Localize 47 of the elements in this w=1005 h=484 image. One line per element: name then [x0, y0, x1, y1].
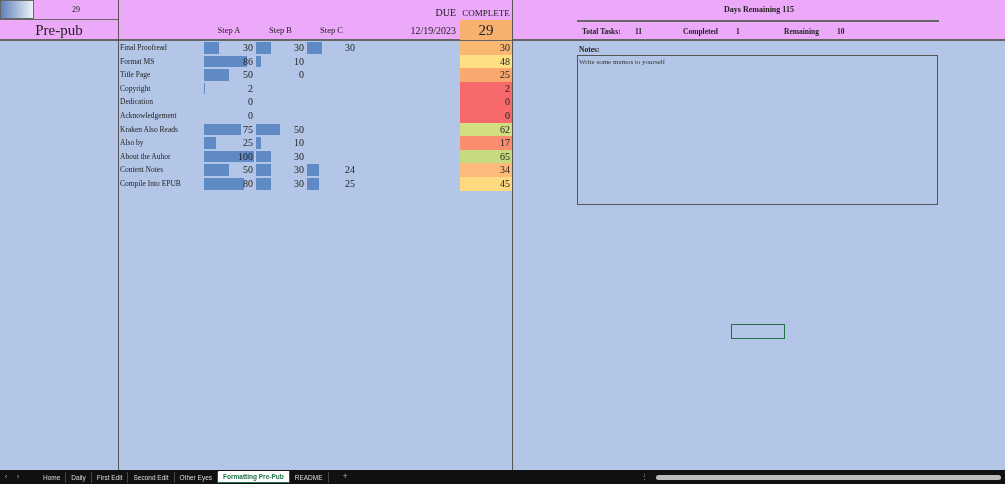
step-value: 30 [243, 42, 253, 53]
step-value: 24 [345, 164, 355, 176]
step-value: 80 [243, 177, 253, 189]
column-header: Step A [216, 23, 242, 37]
horizontal-scrollbar[interactable] [656, 474, 1001, 480]
column-header: Step B [268, 23, 293, 37]
step-value: 0 [248, 96, 253, 108]
days-remaining: Days Remaining 115 [724, 4, 794, 16]
complete-total: 29 [460, 20, 512, 40]
step-value: 30 [294, 164, 304, 176]
step-value: 2 [248, 82, 253, 94]
add-sheet-button[interactable]: + [342, 470, 348, 484]
cell-cursor [731, 324, 785, 339]
step-value: 30 [294, 42, 304, 53]
step-value: 86 [243, 55, 253, 67]
next-sheet-button[interactable]: › [12, 471, 24, 483]
step-value: 0 [299, 69, 304, 81]
step-value: 25 [243, 137, 253, 149]
step-value: 30 [345, 42, 355, 53]
step-value: 50 [294, 123, 304, 135]
step-value: 0 [248, 109, 253, 121]
data-bar [307, 42, 322, 54]
data-bar [307, 177, 320, 190]
percent-complete: 0 [460, 95, 512, 109]
percent-complete: 34 [460, 163, 512, 177]
data-bar [256, 164, 271, 176]
step-value: 50 [243, 164, 253, 176]
column-header: DUE [434, 6, 457, 20]
step-value: 25 [345, 177, 355, 189]
step-value: 30 [294, 177, 304, 189]
step-value: 50 [243, 69, 253, 81]
sheet-title: Pre-pub [34, 21, 84, 40]
percent-complete: 30 [460, 41, 512, 55]
due-date: 12/19/2023 [409, 23, 457, 38]
step-value: 100 [238, 150, 253, 162]
column-header: COMPLETE [461, 6, 511, 20]
step-value: 30 [294, 150, 304, 162]
previous-sheet-button[interactable]: ‹ [0, 471, 12, 483]
data-bar [307, 164, 319, 176]
data-bar [256, 177, 271, 190]
percent-complete: 25 [460, 68, 512, 82]
step-value: 10 [294, 137, 304, 149]
corner-value: 29 [71, 4, 81, 16]
step-value: 10 [294, 55, 304, 67]
step-value: 75 [243, 123, 253, 135]
column-header: Step C [319, 23, 344, 37]
percent-complete: 17 [460, 136, 512, 150]
